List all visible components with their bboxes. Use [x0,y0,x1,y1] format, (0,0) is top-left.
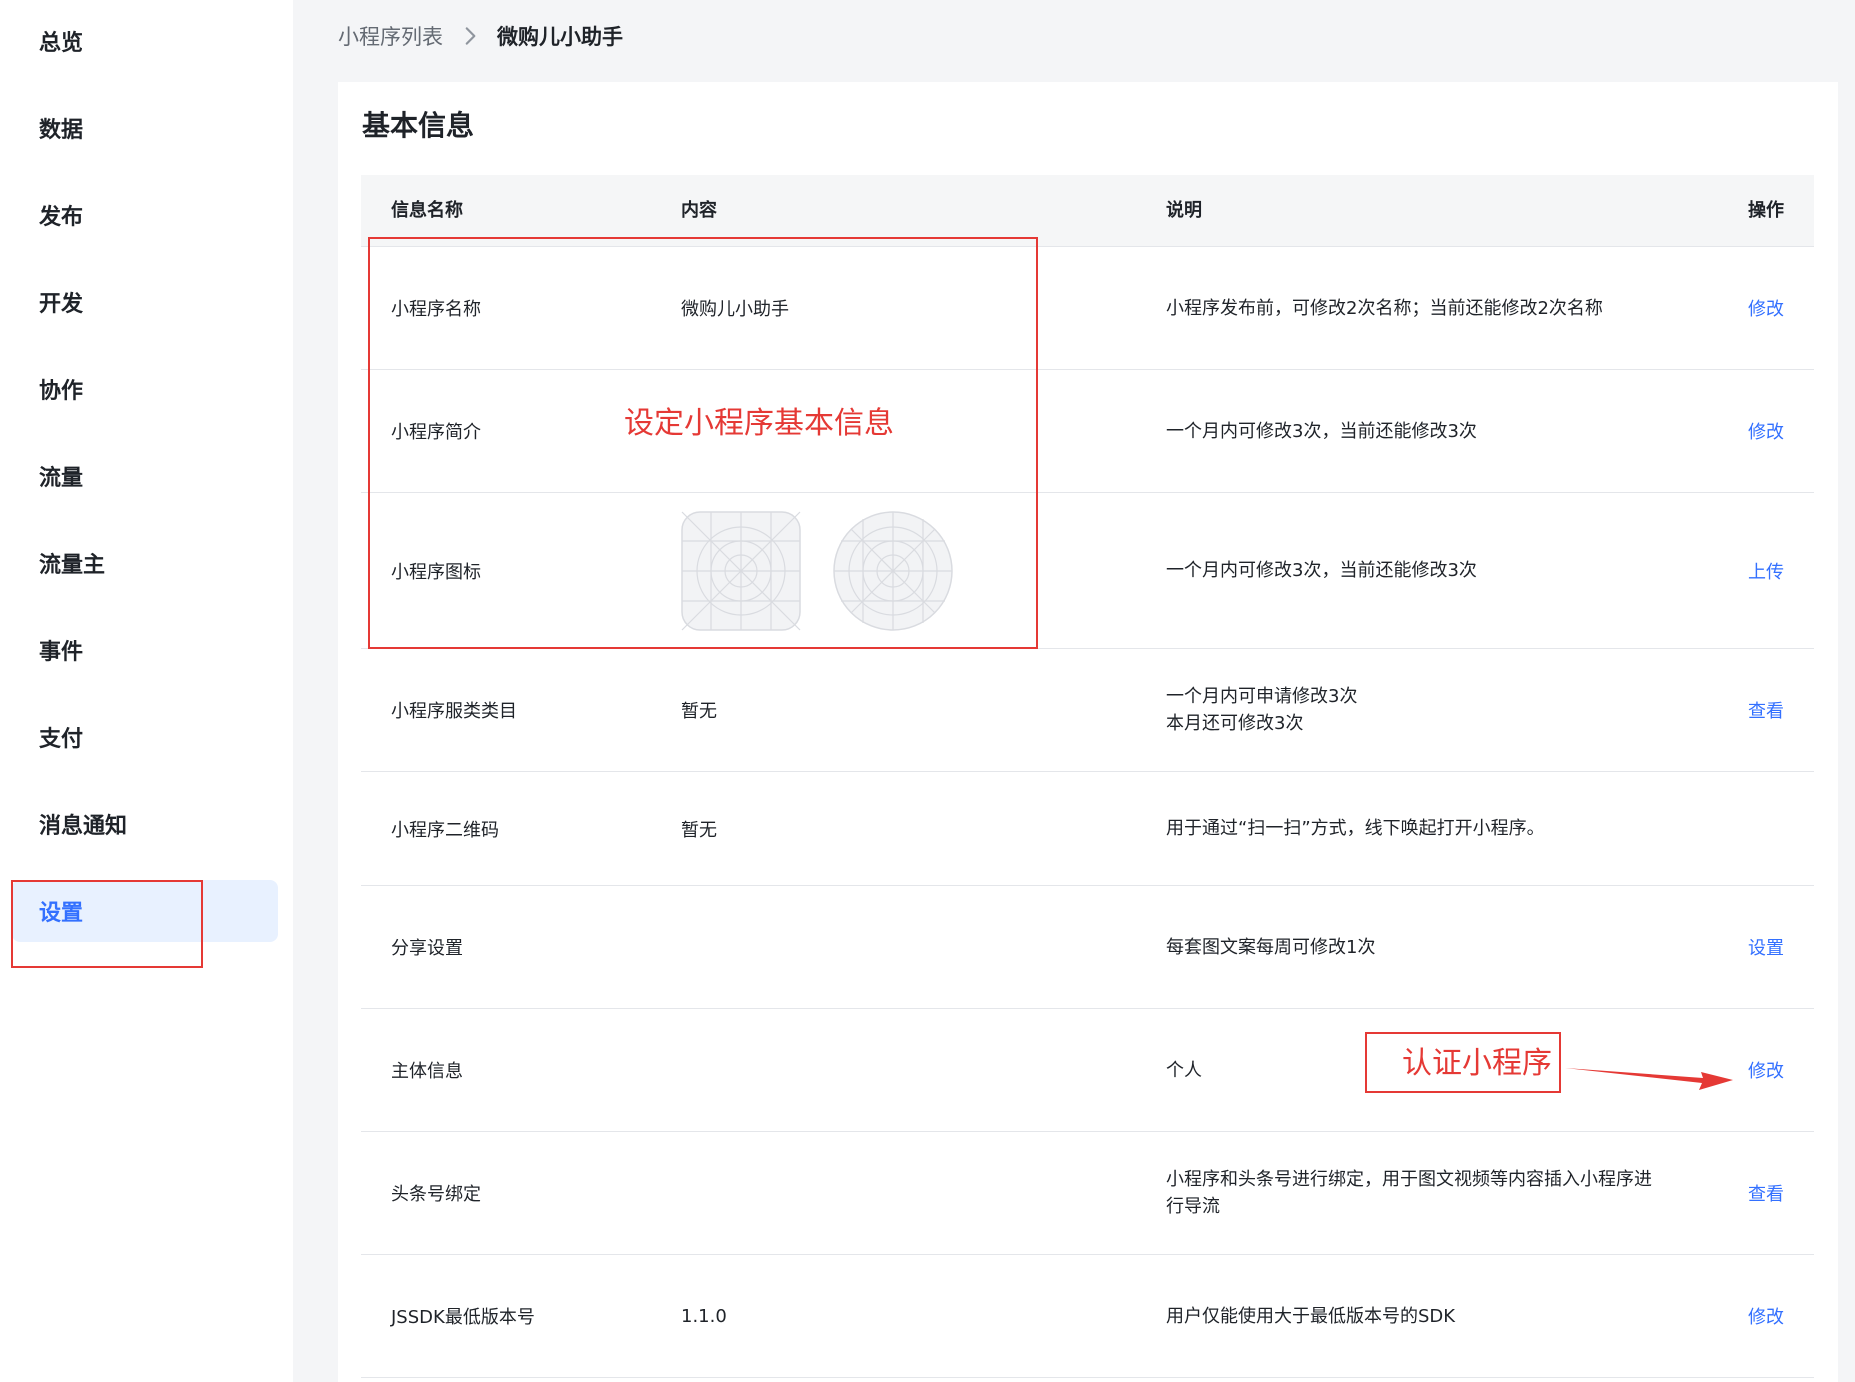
sidebar-item-label: 总览 [39,31,84,56]
square-app-icon-placeholder [681,510,801,631]
round-app-icon-placeholder [833,510,953,631]
row-name: 主体信息 [391,1061,463,1082]
row-desc: 小程序和头条号进行绑定，用于图文视频等内容插入小程序进 行导流 [1166,1132,1686,1254]
row-desc: 用户仅能使用大于最低版本号的SDK [1166,1305,1456,1327]
row-name: 小程序二维码 [391,819,499,841]
row-name: 头条号绑定 [391,1184,481,1205]
sidebar: 总览 数据 发布 开发 协作 流量 流量主 事件 支付 消息通知 设置 [0,0,293,1382]
sidebar-item-settings[interactable]: 设置 [12,880,278,942]
app-root: 总览 数据 发布 开发 协作 流量 流量主 事件 支付 消息通知 设置 小程序列… [0,0,1855,1382]
breadcrumb-current: 微购儿小助手 [497,25,623,49]
sidebar-item-develop[interactable]: 开发 [12,271,278,333]
table-row: 小程序二维码 暂无 用于通过“扫一扫”方式，线下唤起打开小程序。 [361,772,1814,886]
row-name: 小程序服类类目 [391,701,517,722]
row-op: 查看 [1748,649,1784,771]
row-op: 修改 [1748,1009,1784,1131]
annotation-arrow-icon [1565,1068,1733,1090]
column-header-op: 操作 [1748,200,1784,221]
edit-entity-link[interactable]: 修改 [1748,1057,1784,1083]
annotation-text-certify: 认证小程序 [1402,1046,1552,1081]
sidebar-item-traffic[interactable]: 流量 [12,445,278,507]
row-desc-line: 小程序和头条号进行绑定，用于图文视频等内容插入小程序进 [1166,1169,1652,1190]
row-content: 微购儿小助手 [681,299,789,320]
chevron-right-icon [465,27,476,45]
sidebar-item-traffic-owner[interactable]: 流量主 [12,532,278,594]
edit-intro-link[interactable]: 修改 [1748,418,1784,444]
row-op: 修改 [1748,1255,1784,1377]
row-op: 修改 [1748,370,1784,492]
basic-info-card: 基本信息 信息名称 内容 说明 操作 小程序名称 微购儿小助手 小程序发布前，可… [338,82,1838,1382]
sidebar-item-label: 协作 [39,379,84,404]
sidebar-item-overview[interactable]: 总览 [12,10,278,72]
row-op: 上传 [1748,493,1784,648]
sidebar-item-label: 流量主 [39,553,106,578]
row-content-icons [681,493,1141,648]
section-title: 基本信息 [362,109,475,142]
row-name: 小程序图标 [391,561,481,583]
table-row: 头条号绑定 小程序和头条号进行绑定，用于图文视频等内容插入小程序进 行导流 查看 [361,1132,1814,1255]
row-name: JSSDK最低版本号 [391,1307,535,1328]
row-desc: 每套图文案每周可修改1次 [1166,936,1376,958]
column-header-content: 内容 [681,200,717,221]
row-op: 设置 [1748,886,1784,1008]
share-settings-link[interactable]: 设置 [1748,934,1784,960]
column-header-desc: 说明 [1166,200,1202,221]
view-category-link[interactable]: 查看 [1748,697,1784,723]
row-content: 暂无 [681,819,717,841]
sidebar-item-label: 发布 [39,205,84,230]
row-name: 小程序名称 [391,299,481,320]
sidebar-item-data[interactable]: 数据 [12,97,278,159]
table-row: 小程序服类类目 暂无 一个月内可申请修改3次 本月还可修改3次 查看 [361,649,1814,772]
row-op: 修改 [1748,247,1784,369]
row-desc: 一个月内可修改3次，当前还能修改3次 [1166,420,1477,442]
table-row: 分享设置 每套图文案每周可修改1次 设置 [361,886,1814,1009]
breadcrumb: 小程序列表 微购儿小助手 [338,18,623,54]
sidebar-item-events[interactable]: 事件 [12,619,278,681]
table-row: 小程序简介 一个月内可修改3次，当前还能修改3次 修改 [361,370,1814,493]
sidebar-item-label: 开发 [39,292,84,317]
sidebar-item-label: 支付 [39,727,84,752]
edit-jssdk-link[interactable]: 修改 [1748,1303,1784,1329]
row-desc: 一个月内可申请修改3次 本月还可修改3次 [1166,649,1686,771]
sidebar-item-label: 消息通知 [39,814,128,839]
sidebar-item-notifications[interactable]: 消息通知 [12,793,278,855]
sidebar-item-label: 设置 [39,901,84,926]
sidebar-item-label: 流量 [39,466,84,491]
row-desc: 小程序发布前，可修改2次名称；当前还能修改2次名称 [1166,297,1603,319]
view-toutiao-link[interactable]: 查看 [1748,1180,1784,1206]
row-op: 查看 [1748,1132,1784,1254]
annotation-text-basic-info: 设定小程序基本信息 [624,406,894,441]
table-row: 小程序名称 微购儿小助手 小程序发布前，可修改2次名称；当前还能修改2次名称 修… [361,247,1814,370]
sidebar-item-label: 数据 [39,118,84,143]
breadcrumb-link-list[interactable]: 小程序列表 [338,21,443,51]
table-row: JSSDK最低版本号 1.1.0 用户仅能使用大于最低版本号的SDK 修改 [361,1255,1814,1378]
row-name: 分享设置 [391,938,463,959]
sidebar-item-publish[interactable]: 发布 [12,184,278,246]
upload-icon-link[interactable]: 上传 [1748,558,1784,584]
column-header-name: 信息名称 [391,200,463,221]
row-content: 暂无 [681,701,717,722]
sidebar-item-collaborate[interactable]: 协作 [12,358,278,420]
table-header: 信息名称 内容 说明 操作 [361,175,1814,247]
row-desc-line: 一个月内可申请修改3次 [1166,686,1358,707]
basic-info-table: 信息名称 内容 说明 操作 小程序名称 微购儿小助手 小程序发布前，可修改2次名… [361,175,1814,1378]
row-desc: 用于通过“扫一扫”方式，线下唤起打开小程序。 [1166,818,1545,839]
table-row: 小程序图标 一个月内可修改3次，当前还能修改3次 上传 [361,493,1814,649]
row-desc-line: 行导流 [1166,1196,1220,1217]
sidebar-item-payment[interactable]: 支付 [12,706,278,768]
edit-name-link[interactable]: 修改 [1748,295,1784,321]
sidebar-item-label: 事件 [39,640,84,665]
row-desc-line: 本月还可修改3次 [1166,713,1304,734]
row-content: 1.1.0 [681,1305,727,1327]
row-desc: 一个月内可修改3次，当前还能修改3次 [1166,560,1477,581]
